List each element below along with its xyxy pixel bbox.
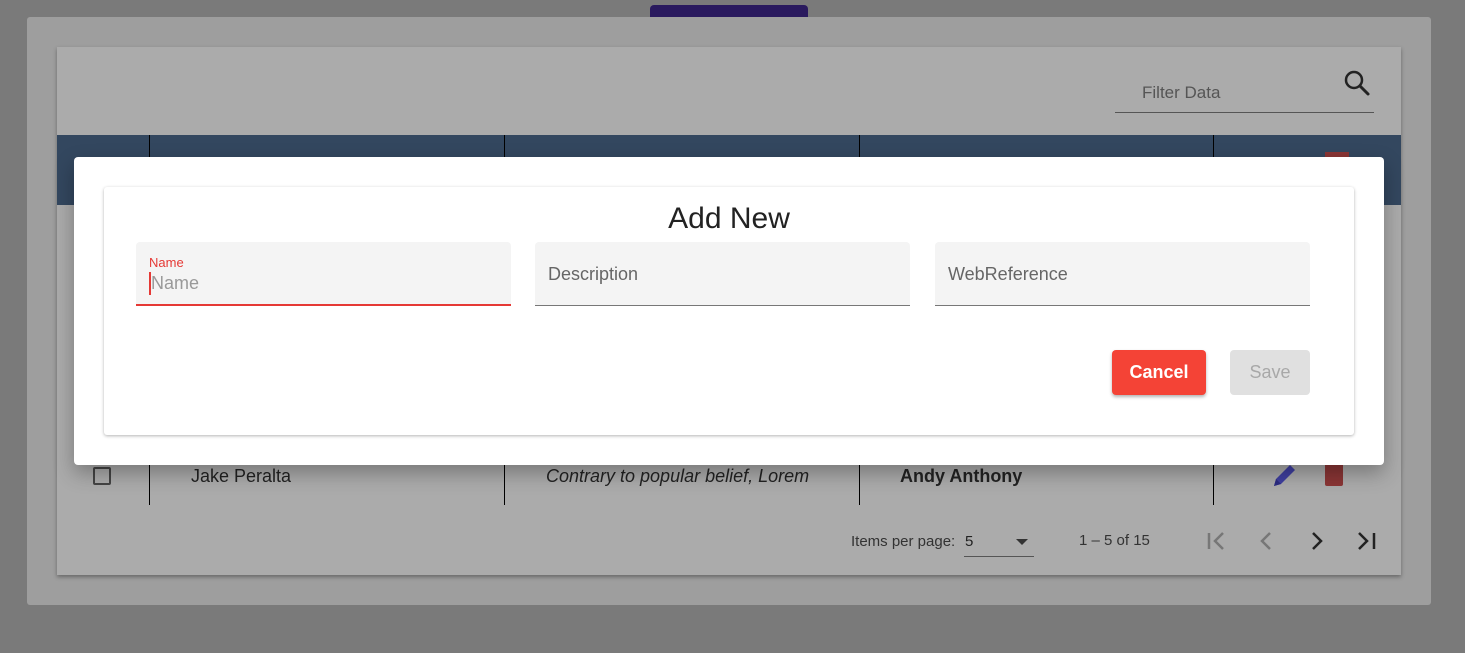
page-size-select[interactable]: 5 xyxy=(964,530,1034,557)
column-divider xyxy=(149,135,150,157)
filter-input[interactable] xyxy=(1140,82,1334,104)
first-page-icon[interactable] xyxy=(1202,526,1232,556)
cell-name: Jake Peralta xyxy=(191,466,292,486)
name-field-label: Name xyxy=(149,255,184,270)
chevron-down-icon xyxy=(1016,539,1028,545)
dialog-title: Add New xyxy=(668,202,790,235)
cancel-button[interactable]: Cancel xyxy=(1112,350,1206,395)
cell-author: Andy Anthony xyxy=(900,466,1023,486)
column-divider xyxy=(504,135,505,157)
column-divider xyxy=(149,465,150,505)
name-input[interactable] xyxy=(149,272,493,295)
column-divider xyxy=(504,465,505,505)
filter-field[interactable] xyxy=(1115,70,1374,113)
description-placeholder: Description xyxy=(548,264,639,284)
previous-page-icon[interactable] xyxy=(1252,526,1282,556)
column-divider xyxy=(859,135,860,157)
search-icon[interactable] xyxy=(1340,66,1374,100)
column-divider xyxy=(1213,465,1214,505)
page-size-value: 5 xyxy=(965,533,974,550)
next-page-icon[interactable] xyxy=(1302,526,1332,556)
row-checkbox[interactable] xyxy=(93,467,111,485)
description-field[interactable]: Description xyxy=(535,242,910,306)
column-divider xyxy=(859,465,860,505)
last-page-icon[interactable] xyxy=(1352,526,1382,556)
column-divider xyxy=(1213,135,1214,157)
name-field[interactable]: Name xyxy=(136,242,511,306)
save-button[interactable]: Save xyxy=(1230,350,1310,395)
items-per-page-label: Items per page: xyxy=(851,533,956,550)
delete-icon[interactable] xyxy=(1325,462,1343,486)
webreference-placeholder: WebReference xyxy=(948,264,1068,284)
webreference-field[interactable]: WebReference xyxy=(935,242,1310,306)
range-label: 1 – 5 of 15 xyxy=(1079,532,1150,549)
cell-description: Contrary to popular belief, Lorem xyxy=(546,466,810,486)
